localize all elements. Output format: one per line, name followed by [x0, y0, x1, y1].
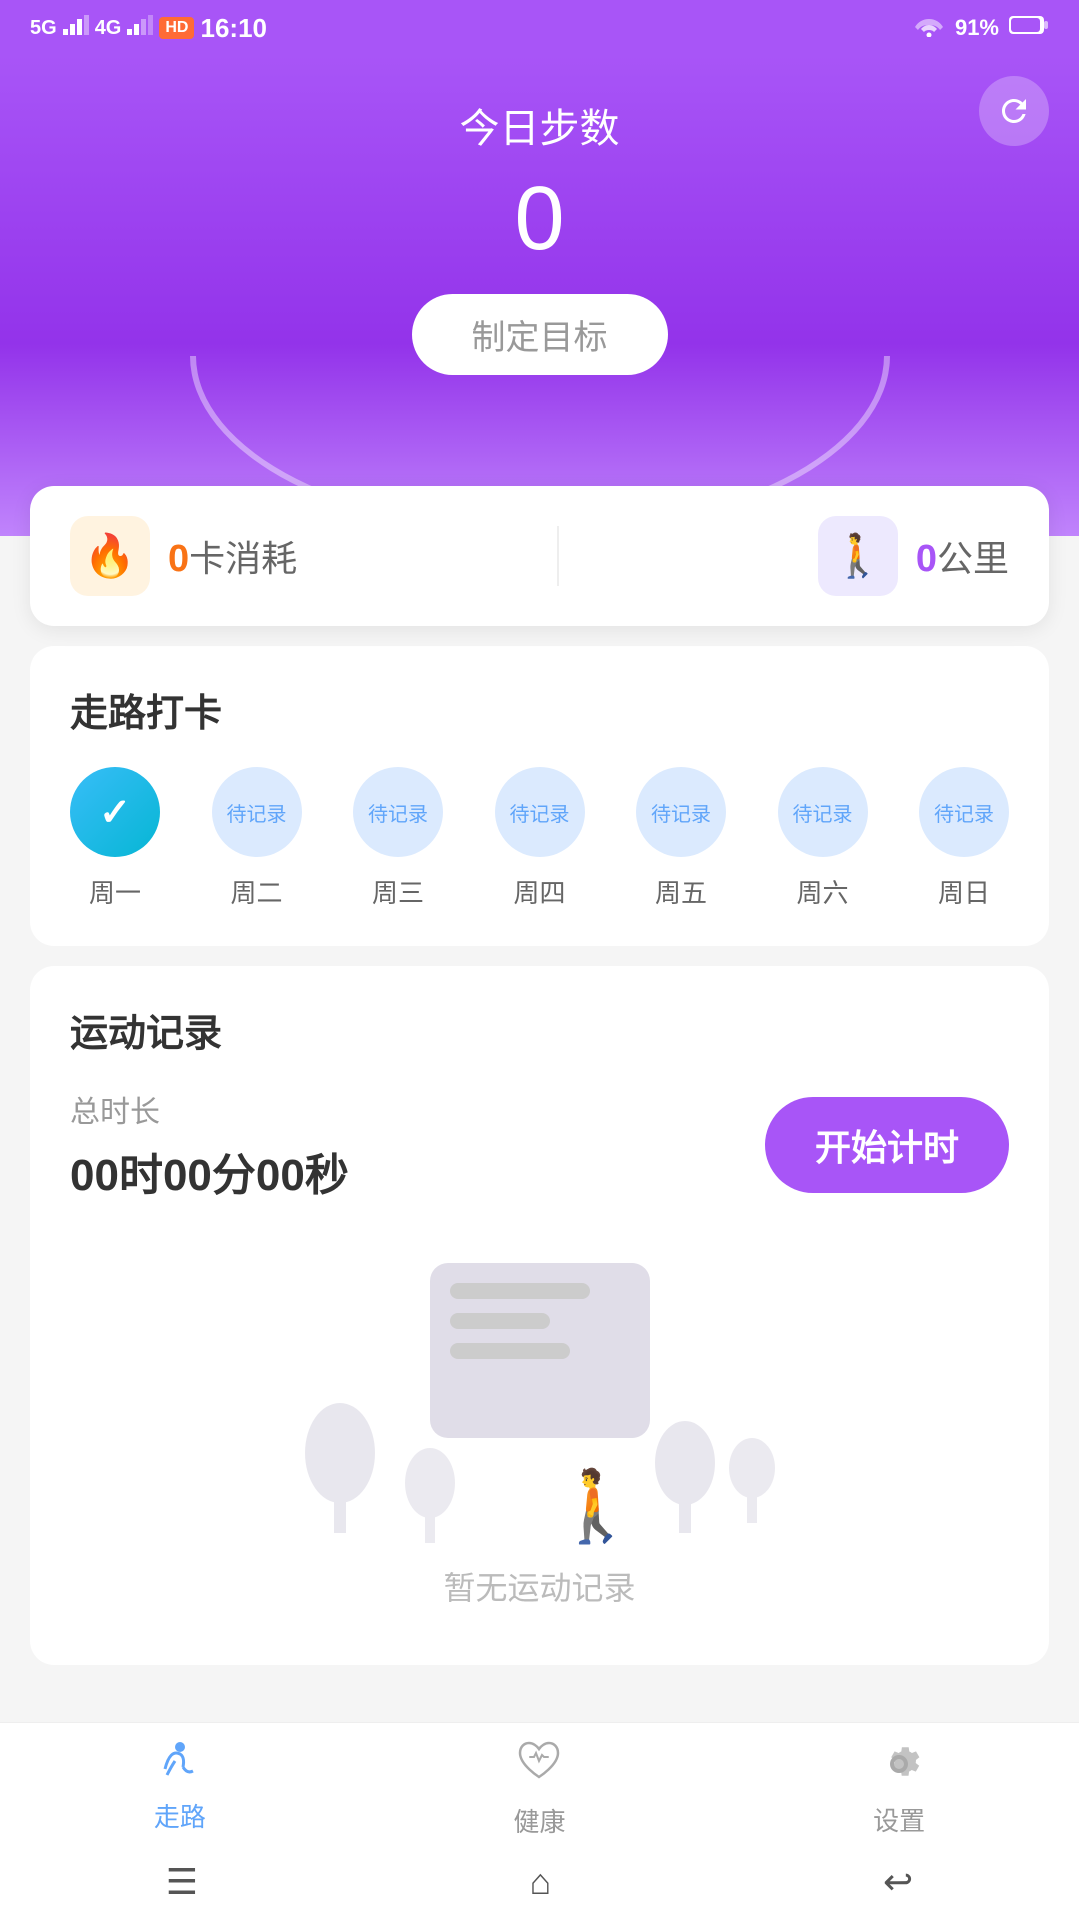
friday-label: 周五 — [655, 873, 707, 910]
day-tuesday[interactable]: 待记录 周二 — [212, 767, 302, 910]
stat-divider — [557, 526, 559, 586]
walk-icon: 🚶 — [832, 532, 884, 581]
exercise-title: 运动记录 — [70, 1002, 1009, 1057]
tuesday-label: 周二 — [230, 873, 282, 910]
tuesday-text: 待记录 — [227, 798, 287, 827]
fire-icon: 🔥 — [84, 532, 136, 581]
day-sunday[interactable]: 待记录 周日 — [919, 767, 1009, 910]
distance-text: 0公里 — [916, 530, 1009, 582]
battery-icon — [1009, 14, 1049, 42]
thursday-label: 周四 — [513, 873, 565, 910]
tree-right-icon — [650, 1413, 720, 1533]
hd-badge: HD — [159, 17, 194, 39]
friday-text: 待记录 — [651, 798, 711, 827]
sunday-text: 待记录 — [934, 798, 994, 827]
home-nav-button[interactable]: ⌂ — [530, 1861, 552, 1903]
saturday-text: 待记录 — [793, 798, 853, 827]
saturday-label: 周六 — [796, 873, 848, 910]
exercise-section: 运动记录 总时长 00时00分00秒 开始计时 — [30, 966, 1049, 1665]
status-right: 91% — [913, 13, 1049, 43]
empty-state: 🚶 暂无运动记录 — [70, 1213, 1009, 1629]
illustration: 🚶 — [240, 1253, 840, 1553]
steps-count: 0 — [514, 174, 564, 264]
tree-small-right-icon — [725, 1433, 780, 1523]
tab-walking-label: 走路 — [154, 1797, 206, 1834]
stats-card: 🔥 0卡消耗 🚶 0公里 — [30, 486, 1049, 626]
start-timer-button[interactable]: 开始计时 — [765, 1097, 1009, 1193]
battery-percent: 91% — [955, 15, 999, 41]
checkin-section: 走路打卡 ✓ 周一 待记录 周二 待记录 周三 待记录 周四 — [30, 646, 1049, 946]
total-time-block: 总时长 00时00分00秒 — [70, 1087, 349, 1203]
monday-label: 周一 — [89, 873, 141, 910]
empty-doc-card — [430, 1263, 650, 1438]
signal-icon-1 — [63, 15, 89, 41]
settings-tab-icon — [874, 1739, 924, 1793]
total-label: 总时长 — [70, 1087, 349, 1131]
checkin-title: 走路打卡 — [70, 682, 1009, 737]
day-friday[interactable]: 待记录 周五 — [636, 767, 726, 910]
monday-circle: ✓ — [70, 767, 160, 857]
nav-bar: ☰ ⌂ ↩ — [0, 1849, 1079, 1919]
person-icon: 🚶 — [552, 1466, 639, 1548]
walking-tab-icon — [155, 1739, 205, 1789]
tab-health[interactable]: 健康 — [513, 1739, 565, 1839]
wifi-icon — [913, 13, 945, 43]
tab-settings[interactable]: 设置 — [873, 1739, 925, 1839]
tuesday-circle: 待记录 — [212, 767, 302, 857]
calories-stat: 🔥 0卡消耗 — [70, 516, 297, 596]
network-5g: 5G — [30, 17, 57, 40]
day-thursday[interactable]: 待记录 周四 — [495, 767, 585, 910]
tab-health-label: 健康 — [513, 1802, 565, 1839]
refresh-button[interactable] — [979, 76, 1049, 146]
thursday-text: 待记录 — [510, 798, 570, 827]
time-display: 16:10 — [200, 13, 267, 44]
back-nav-button[interactable]: ↩ — [883, 1861, 913, 1903]
check-icon: ✓ — [99, 790, 131, 835]
wednesday-label: 周三 — [372, 873, 424, 910]
friday-circle: 待记录 — [636, 767, 726, 857]
signal-icon-2 — [127, 15, 153, 41]
health-tab-icon — [514, 1739, 564, 1794]
menu-nav-button[interactable]: ☰ — [166, 1861, 198, 1903]
calories-text: 0卡消耗 — [168, 530, 297, 582]
empty-text: 暂无运动记录 — [443, 1563, 635, 1609]
thursday-circle: 待记录 — [495, 767, 585, 857]
fire-icon-wrap: 🔥 — [70, 516, 150, 596]
saturday-circle: 待记录 — [778, 767, 868, 857]
day-wednesday[interactable]: 待记录 周三 — [353, 767, 443, 910]
sunday-circle: 待记录 — [919, 767, 1009, 857]
exercise-header: 总时长 00时00分00秒 开始计时 — [70, 1087, 1009, 1203]
sunday-label: 周日 — [938, 873, 990, 910]
tab-bar: 走路 健康 设置 ☰ ⌂ ↩ — [0, 1722, 1079, 1919]
distance-stat: 🚶 0公里 — [818, 516, 1009, 596]
day-saturday[interactable]: 待记录 周六 — [778, 767, 868, 910]
tree-left-icon — [300, 1393, 380, 1533]
day-monday[interactable]: ✓ 周一 — [70, 767, 160, 910]
tree-small-left-icon — [400, 1443, 460, 1543]
wednesday-text: 待记录 — [368, 798, 428, 827]
tabs-row: 走路 健康 设置 — [0, 1723, 1079, 1849]
steps-title: 今日步数 — [460, 96, 620, 154]
wednesday-circle: 待记录 — [353, 767, 443, 857]
network-4g: 4G — [95, 17, 122, 40]
total-time-value: 00时00分00秒 — [70, 1139, 349, 1203]
tab-walking[interactable]: 走路 — [154, 1739, 206, 1839]
tab-settings-label: 设置 — [873, 1801, 925, 1838]
walk-icon-wrap: 🚶 — [818, 516, 898, 596]
status-bar: 5G 4G HD 16:10 91% — [0, 0, 1079, 56]
status-left: 5G 4G HD 16:10 — [30, 13, 267, 44]
weekly-row: ✓ 周一 待记录 周二 待记录 周三 待记录 周四 待记录 周五 — [70, 767, 1009, 910]
hero-section: 今日步数 0 制定目标 — [0, 56, 1079, 536]
